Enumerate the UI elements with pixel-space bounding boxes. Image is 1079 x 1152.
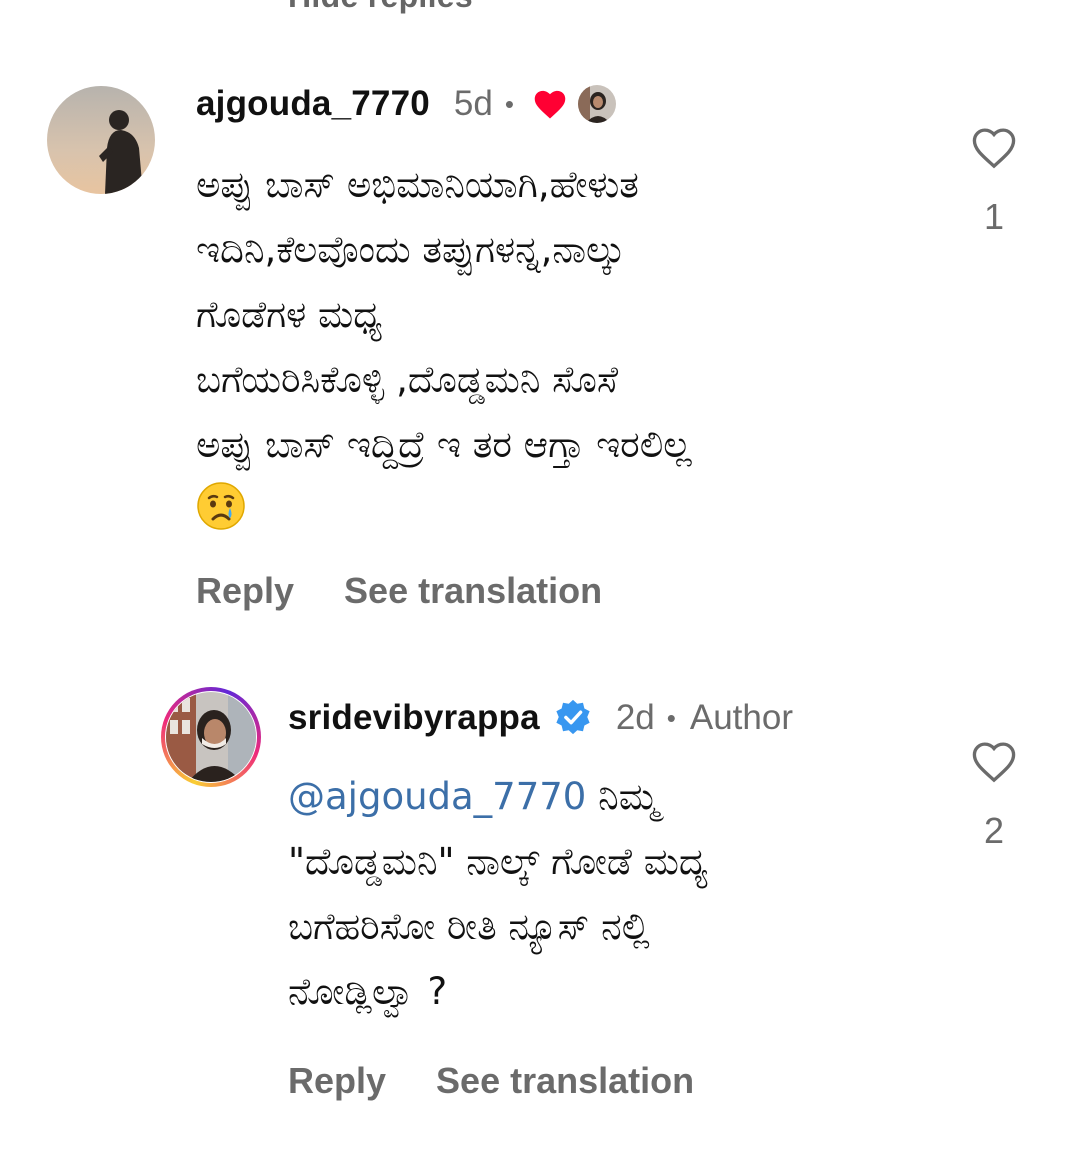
avatar[interactable] <box>47 86 155 194</box>
timestamp: 5d <box>453 84 493 123</box>
separator-dot: • <box>666 702 676 733</box>
like-count: 1 <box>983 196 1005 237</box>
comment-line: ಇದಿನಿ,ಕೆಲವೊಂದು ತಪ್ಪುಗಳನ್ನ,ನಾಲ್ಕು <box>196 228 626 271</box>
username[interactable]: sridevibyrappa <box>288 698 540 738</box>
comment-line: "ದೊಡ್ಡಮನಿ" ನಾಲ್ಕ್ ಗೋಡೆ ಮದ್ಯ <box>288 840 708 883</box>
comment-line: ಅಪ್ಪು ಬಾಸ್ ಇದ್ದಿದ್ರೆ ಇ ತರ ಆಗ್ತಾ ಇರಲಿಲ್ಲ <box>196 423 692 466</box>
hide-replies-button[interactable]: Hide replies <box>288 0 473 15</box>
comment-actions: Reply See translation <box>196 570 602 612</box>
separator-dot: • <box>504 88 514 119</box>
crying-face-icon <box>196 481 246 551</box>
comment-text: ಅಪ್ಪು ಬಾಸ್ ಅಭಿಮಾನಿಯಾಗಿ,ಹೇಳುತ ಇದಿನಿ,ಕೆಲವೊ… <box>196 152 936 551</box>
timestamp: 2d <box>615 698 655 737</box>
comment-line: ನೋಡ್ಲಿಲ್ವಾ ? <box>288 970 448 1013</box>
like-heart-icon[interactable] <box>969 742 1019 788</box>
avatar[interactable] <box>166 692 256 782</box>
username[interactable]: ajgouda_7770 <box>196 84 430 124</box>
author-mini-avatar <box>575 83 618 125</box>
see-translation-button[interactable]: See translation <box>344 570 602 612</box>
comment-header: ajgouda_7770 5d • <box>196 82 618 126</box>
comment-header: sridevibyrappa 2d • Author <box>288 696 793 740</box>
author-label: Author <box>689 698 793 737</box>
reply-button[interactable]: Reply <box>196 570 294 612</box>
mention-link[interactable]: @ajgouda_7770 <box>288 775 586 818</box>
comment-line: ಅಪ್ಪು ಬಾಸ್ ಅಭಿಮಾನಿಯಾಗಿ,ಹೇಳುತ <box>196 163 639 206</box>
comment-line: ನಿಮ್ಮ <box>586 775 659 818</box>
comment-actions: Reply See translation <box>288 1060 694 1102</box>
like-control: 1 <box>964 124 1024 238</box>
comment-line: ಬಗೆಯರಿಸಿಕೊಳ್ಳಿ ,ದೊಡ್ಡಮನಿ ಸೊಸೆ <box>196 358 619 401</box>
comment-line: ಗೊಡೆಗಳ ಮಧ್ಯ <box>196 293 383 336</box>
comment-text: @ajgouda_7770 ನಿಮ್ಮ "ದೊಡ್ಡಮನಿ" ನಾಲ್ಕ್ ಗೋ… <box>288 764 928 1024</box>
reply-button[interactable]: Reply <box>288 1060 386 1102</box>
like-control: 2 <box>964 738 1024 852</box>
heart-icon <box>532 88 568 125</box>
comment-line: ಬಗೆಹರಿಸೋ ರೀತಿ ನ್ಯೂಸ್ ನಲ್ಲಿ <box>288 905 650 948</box>
like-heart-icon[interactable] <box>969 128 1019 174</box>
see-translation-button[interactable]: See translation <box>436 1060 694 1102</box>
like-count: 2 <box>983 810 1005 851</box>
verified-badge-icon <box>554 698 592 741</box>
